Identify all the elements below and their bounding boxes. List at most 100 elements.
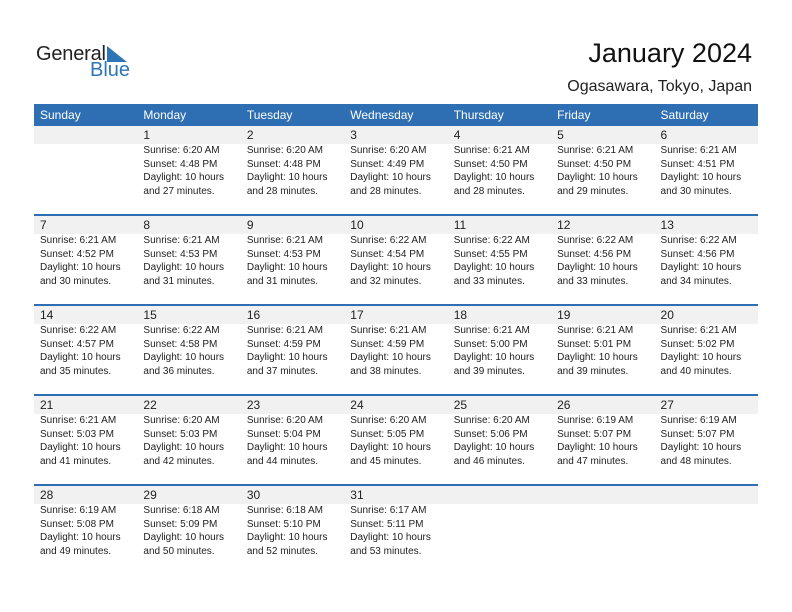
weekday-header: Sunday Monday Tuesday Wednesday Thursday… xyxy=(34,104,758,126)
day-cell: 24 Sunrise: 6:20 AM Sunset: 5:05 PM Dayligh… xyxy=(344,396,447,468)
daylight-text: Daylight: 10 hours xyxy=(350,172,431,183)
calendar-weeks: 1 Sunrise: 6:20 AM Sunset: 4:48 PM Daylight… xyxy=(34,126,758,574)
sunrise-text: Sunrise: 6:20 AM xyxy=(246,415,323,426)
daylight-text: Daylight: 10 hours xyxy=(143,262,225,273)
day-cell: 8 Sunrise: 6:21 AM Sunset: 4:53 PM Daylight… xyxy=(137,216,240,288)
daylight-text: Daylight: 10 hours xyxy=(246,262,328,273)
day-number: 30 xyxy=(246,488,261,502)
daylight-minutes-text: and 30 minutes. xyxy=(660,185,732,197)
sunrise-text: Sunrise: 6:19 AM xyxy=(557,415,634,426)
day-number: 16 xyxy=(246,308,261,322)
week-row: 14 Sunrise: 6:22 AM Sunset: 4:57 PM Dayligh… xyxy=(34,304,758,394)
empty-day-cell xyxy=(551,486,654,558)
daylight-minutes-text: and 37 minutes. xyxy=(246,365,319,377)
sunrise-text: Sunrise: 6:21 AM xyxy=(557,145,634,156)
daylight-text: Daylight: 10 hours xyxy=(557,442,638,453)
sunset-text: Sunset: 5:10 PM xyxy=(246,518,321,530)
day-number: 29 xyxy=(143,488,157,502)
daylight-minutes-text: and 29 minutes. xyxy=(557,185,629,197)
sunrise-text: Sunrise: 6:21 AM xyxy=(660,145,737,156)
daylight-text: Daylight: 10 hours xyxy=(453,442,535,453)
empty-day-cell xyxy=(655,486,758,558)
daylight-minutes-text: and 28 minutes. xyxy=(246,185,319,197)
daylight-text: Daylight: 10 hours xyxy=(40,262,121,273)
day-cell: 19 Sunrise: 6:21 AM Sunset: 5:01 PM Dayligh… xyxy=(551,306,654,378)
sunrise-text: Sunrise: 6:20 AM xyxy=(143,145,220,156)
week-days: 7 Sunrise: 6:21 AM Sunset: 4:52 PM Daylight… xyxy=(34,216,758,288)
sunrise-text: Sunrise: 6:21 AM xyxy=(246,235,323,246)
sunrise-text: Sunrise: 6:22 AM xyxy=(660,235,737,246)
sunset-text: Sunset: 4:50 PM xyxy=(453,158,528,170)
weekday-tuesday: Tuesday xyxy=(246,108,293,122)
sunrise-text: Sunrise: 6:21 AM xyxy=(246,325,323,336)
daylight-text: Daylight: 10 hours xyxy=(350,442,431,453)
daylight-minutes-text: and 53 minutes. xyxy=(350,545,422,557)
daylight-minutes-text: and 52 minutes. xyxy=(246,545,319,557)
sunset-text: Sunset: 5:08 PM xyxy=(40,518,114,530)
day-cell: 2 Sunrise: 6:20 AM Sunset: 4:48 PM Daylight… xyxy=(241,126,344,198)
week-row: 28 Sunrise: 6:19 AM Sunset: 5:08 PM Dayligh… xyxy=(34,484,758,574)
day-cell: 29 Sunrise: 6:18 AM Sunset: 5:09 PM Dayligh… xyxy=(137,486,240,558)
day-cell: 20 Sunrise: 6:21 AM Sunset: 5:02 PM Dayligh… xyxy=(655,306,758,378)
day-cell: 1 Sunrise: 6:20 AM Sunset: 4:48 PM Daylight… xyxy=(137,126,240,198)
day-number: 7 xyxy=(40,218,47,232)
sunset-text: Sunset: 5:05 PM xyxy=(350,428,425,440)
sunrise-text: Sunrise: 6:20 AM xyxy=(453,415,530,426)
day-cell: 22 Sunrise: 6:20 AM Sunset: 5:03 PM Dayligh… xyxy=(137,396,240,468)
daylight-text: Daylight: 10 hours xyxy=(453,172,535,183)
day-cell: 11 Sunrise: 6:22 AM Sunset: 4:55 PM Dayligh… xyxy=(448,216,551,288)
sunset-text: Sunset: 5:07 PM xyxy=(557,428,632,440)
logo: General Blue xyxy=(36,43,136,83)
day-number: 9 xyxy=(246,218,254,232)
sunset-text: Sunset: 4:50 PM xyxy=(557,158,632,170)
day-number: 18 xyxy=(453,308,468,322)
daylight-text: Daylight: 10 hours xyxy=(557,172,638,183)
daylight-text: Daylight: 10 hours xyxy=(660,172,742,183)
daylight-text: Daylight: 10 hours xyxy=(40,442,121,453)
daylight-text: Daylight: 10 hours xyxy=(143,352,225,363)
day-cell: 15 Sunrise: 6:22 AM Sunset: 4:58 PM Dayligh… xyxy=(137,306,240,378)
sunrise-text: Sunrise: 6:22 AM xyxy=(350,235,427,246)
daylight-text: Daylight: 10 hours xyxy=(143,442,225,453)
day-number: 31 xyxy=(350,488,364,502)
day-number: 1 xyxy=(143,128,151,142)
daylight-minutes-text: and 44 minutes. xyxy=(246,455,319,467)
sunrise-text: Sunrise: 6:20 AM xyxy=(143,415,220,426)
page-title: January 2024 xyxy=(588,38,752,68)
sunset-text: Sunset: 4:52 PM xyxy=(40,248,114,260)
day-number: 22 xyxy=(143,398,157,412)
day-number: 28 xyxy=(40,488,54,502)
day-cell: 18 Sunrise: 6:21 AM Sunset: 5:00 PM Dayligh… xyxy=(448,306,551,378)
day-number: 15 xyxy=(143,308,157,322)
daylight-minutes-text: and 39 minutes. xyxy=(453,365,525,377)
sunrise-text: Sunrise: 6:20 AM xyxy=(246,145,323,156)
day-cell: 23 Sunrise: 6:20 AM Sunset: 5:04 PM Dayligh… xyxy=(241,396,344,468)
day-cell: 26 Sunrise: 6:19 AM Sunset: 5:07 PM Dayligh… xyxy=(551,396,654,468)
daylight-text: Daylight: 10 hours xyxy=(246,352,328,363)
day-cell: 12 Sunrise: 6:22 AM Sunset: 4:56 PM Dayligh… xyxy=(551,216,654,288)
daylight-minutes-text: and 30 minutes. xyxy=(40,275,112,287)
sunrise-text: Sunrise: 6:20 AM xyxy=(350,145,427,156)
sunset-text: Sunset: 4:57 PM xyxy=(40,338,114,350)
daylight-text: Daylight: 10 hours xyxy=(660,442,742,453)
weekday-friday: Friday xyxy=(557,108,591,122)
empty-day-cell xyxy=(34,126,137,198)
sunrise-text: Sunrise: 6:21 AM xyxy=(350,325,427,336)
daylight-minutes-text: and 28 minutes. xyxy=(453,185,525,197)
day-number: 21 xyxy=(40,398,54,412)
week-days: 28 Sunrise: 6:19 AM Sunset: 5:08 PM Dayligh… xyxy=(34,486,758,558)
day-cell: 7 Sunrise: 6:21 AM Sunset: 4:52 PM Daylight… xyxy=(34,216,137,288)
daylight-text: Daylight: 10 hours xyxy=(350,262,431,273)
week-days: 1 Sunrise: 6:20 AM Sunset: 4:48 PM Daylight… xyxy=(34,126,758,198)
daylight-text: Daylight: 10 hours xyxy=(557,262,638,273)
sunset-text: Sunset: 4:48 PM xyxy=(246,158,321,170)
day-cell: 13 Sunrise: 6:22 AM Sunset: 4:56 PM Dayligh… xyxy=(655,216,758,288)
sunset-text: Sunset: 5:01 PM xyxy=(557,338,632,350)
daylight-text: Daylight: 10 hours xyxy=(143,172,225,183)
daylight-text: Daylight: 10 hours xyxy=(350,352,431,363)
sunset-text: Sunset: 4:59 PM xyxy=(350,338,425,350)
sunrise-text: Sunrise: 6:18 AM xyxy=(143,505,220,516)
day-number: 27 xyxy=(660,398,674,412)
weekday-monday: Monday xyxy=(143,108,187,122)
weekday-saturday: Saturday xyxy=(660,108,709,122)
